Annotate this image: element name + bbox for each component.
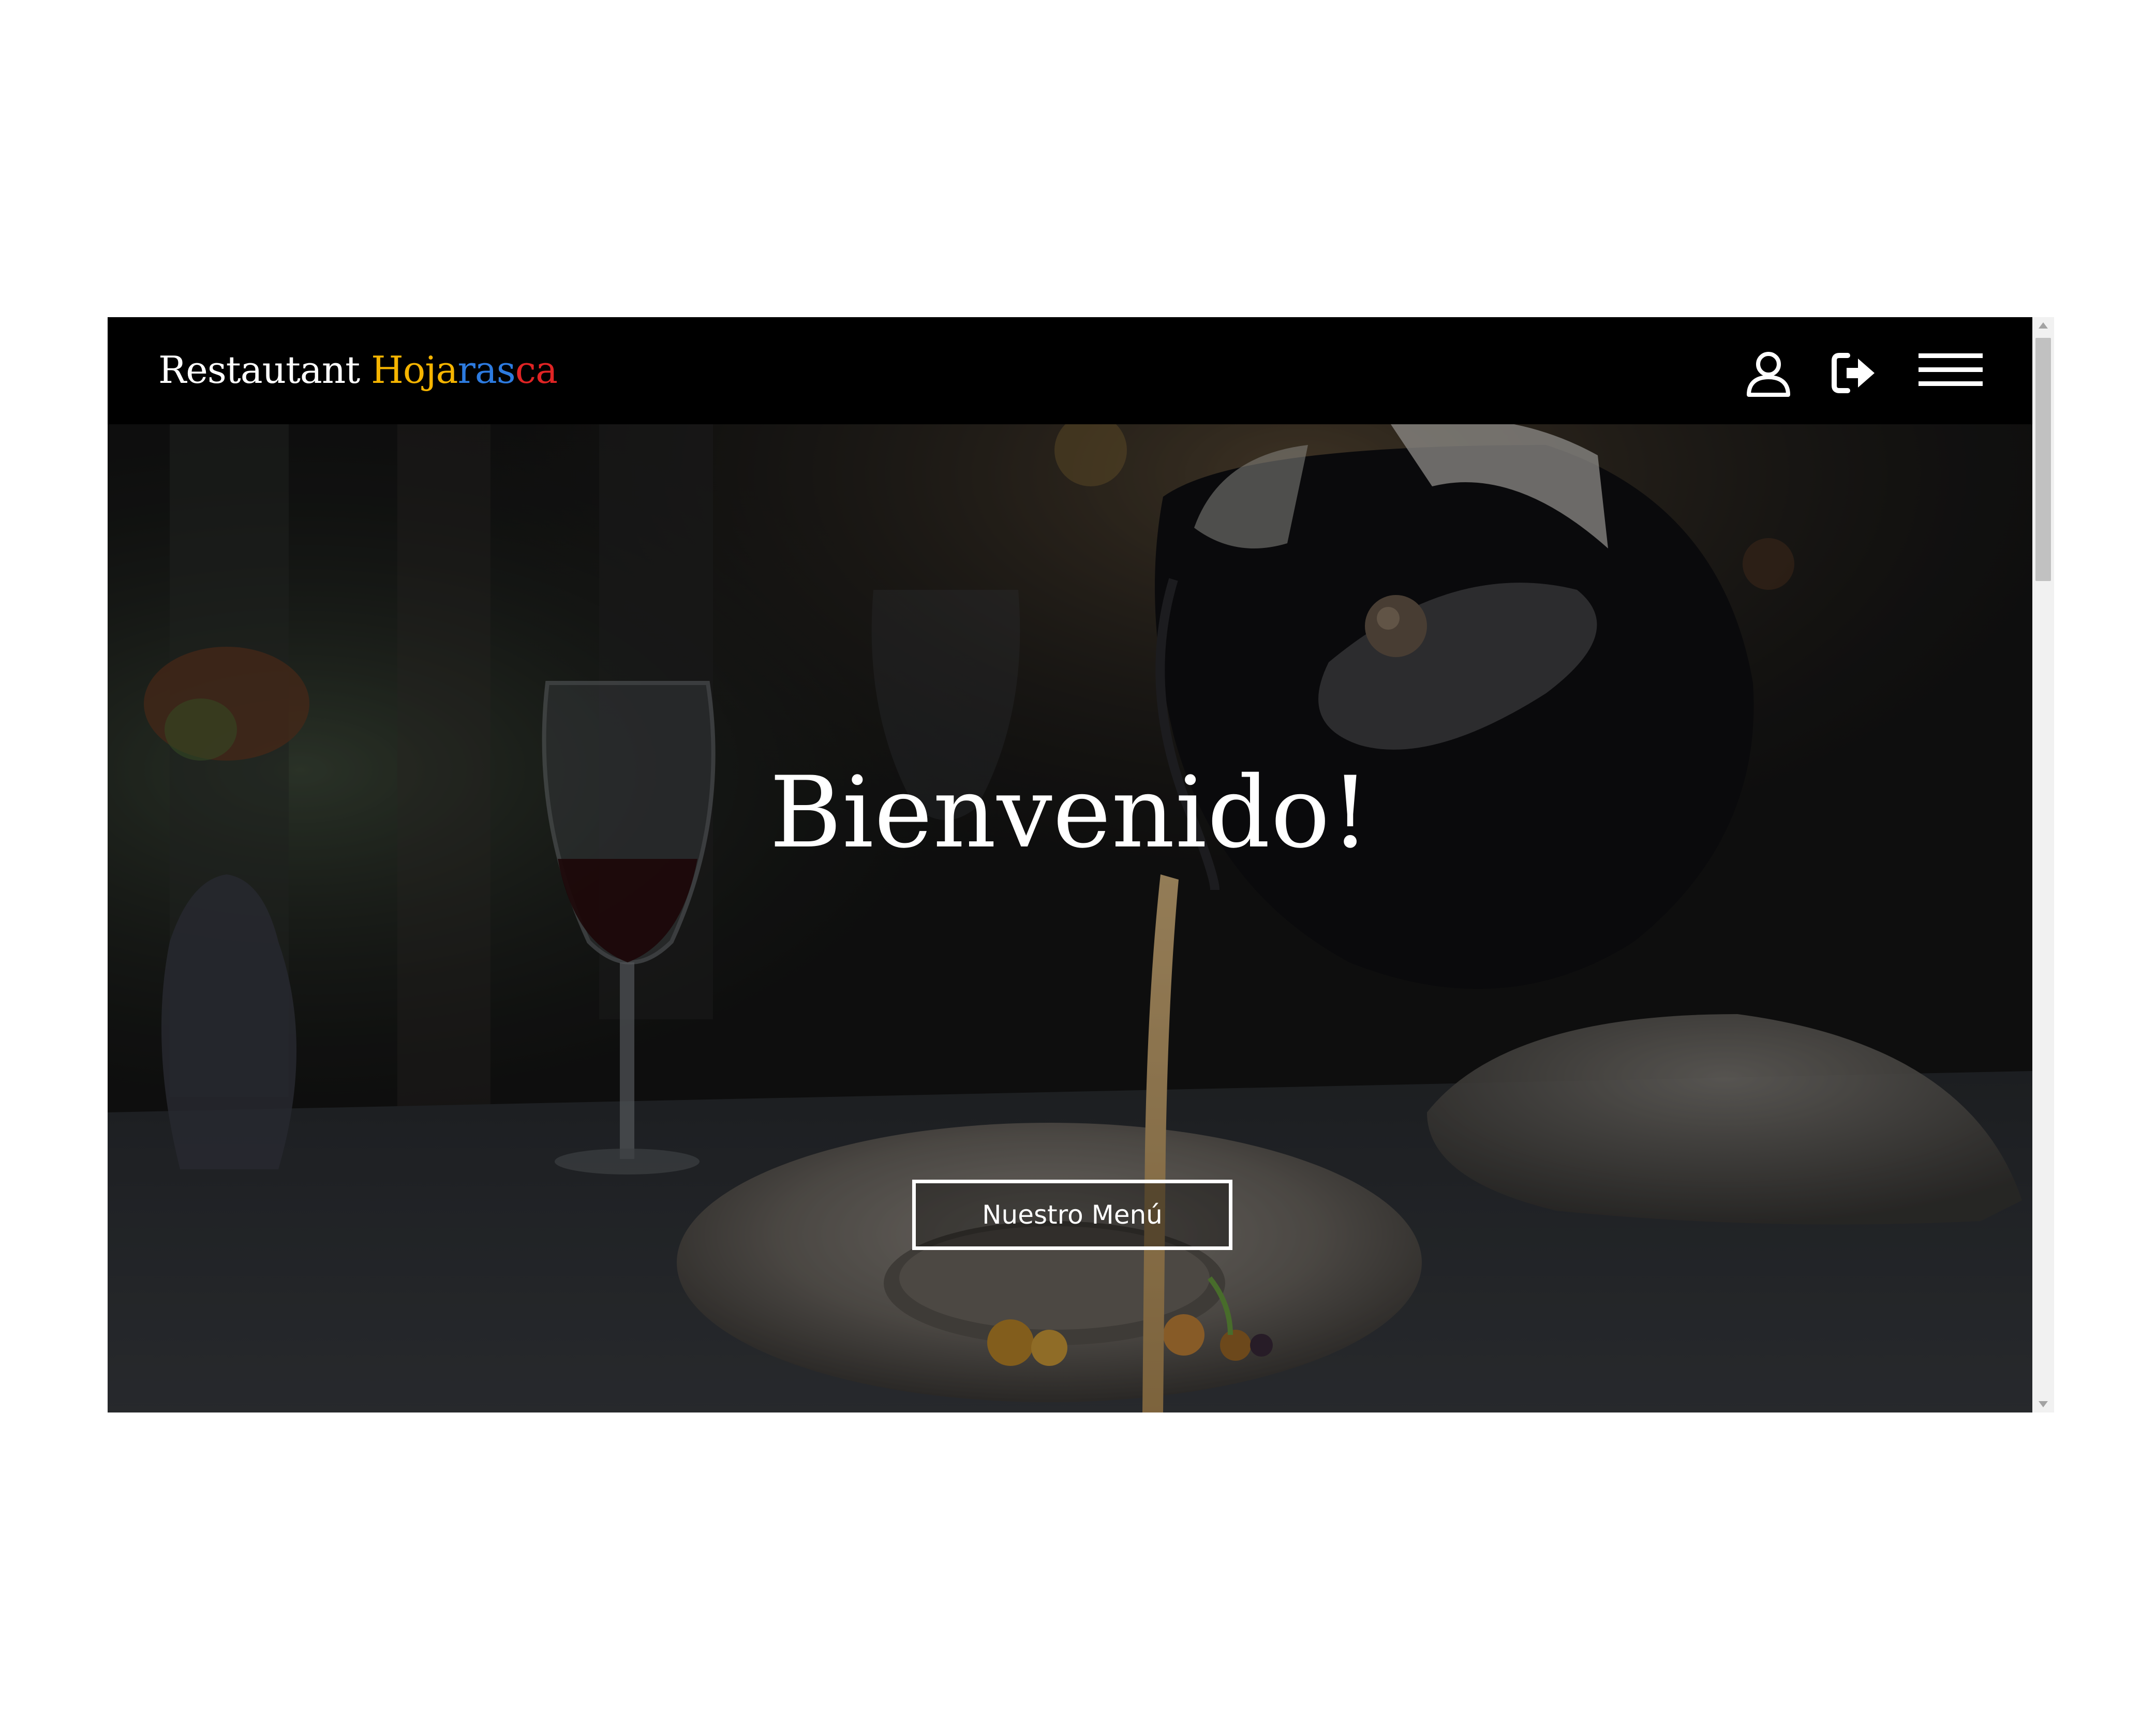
brand-logo[interactable]: Restautant Hojarasca bbox=[158, 344, 558, 396]
website-viewport: Restautant Hojarasca Bienvenido! Nuestro… bbox=[108, 317, 2032, 1412]
brand-part-hoja: Hoja bbox=[371, 348, 458, 392]
our-menu-button[interactable]: Nuestro Menú bbox=[912, 1180, 1232, 1250]
hero-background-image bbox=[108, 424, 2032, 1412]
sign-out-icon[interactable] bbox=[1829, 348, 1879, 398]
hero-title: Bienvenido! bbox=[769, 755, 1371, 870]
user-icon[interactable] bbox=[1744, 348, 1793, 398]
page-scrollbar[interactable] bbox=[2032, 317, 2054, 1412]
brand-name-first: Restautant bbox=[158, 348, 360, 392]
hero-section: Bienvenido! bbox=[108, 424, 2032, 1412]
scroll-down-arrow-icon[interactable] bbox=[2039, 1401, 2048, 1407]
scroll-up-arrow-icon[interactable] bbox=[2039, 322, 2048, 329]
brand-part-ras: ras bbox=[457, 348, 515, 392]
hamburger-menu-icon[interactable] bbox=[1919, 348, 1983, 398]
scrollbar-thumb[interactable] bbox=[2035, 338, 2051, 581]
top-navbar: Restautant Hojarasca bbox=[108, 317, 2032, 424]
brand-part-ca: ca bbox=[515, 348, 558, 392]
